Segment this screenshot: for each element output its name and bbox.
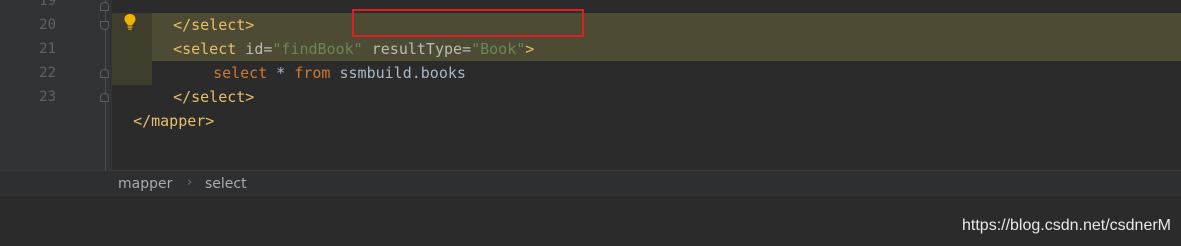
xml-tag: </mapper> (133, 112, 215, 130)
fold-marker-icon[interactable] (100, 69, 109, 78)
line-number: 19 (39, 0, 56, 9)
highlighted-gutter-22 (112, 61, 152, 85)
sql-star: * (267, 64, 295, 82)
breadcrumb-item-select[interactable]: select (205, 176, 247, 192)
line-number: 22 (39, 65, 56, 81)
watermark: https://blog.csdn.net/csdnerM (962, 217, 1171, 234)
lightbulb-icon[interactable] (122, 13, 138, 31)
breadcrumb-separator-icon: › (187, 175, 193, 190)
line-number: 20 (39, 17, 56, 33)
sql-table: ssmbuild.books (330, 64, 466, 82)
fold-marker-icon[interactable] (100, 93, 109, 102)
breadcrumb-item-mapper[interactable]: mapper (118, 176, 172, 192)
sql-keyword: from (294, 64, 331, 82)
fold-marker-icon[interactable] (100, 21, 109, 30)
code-line-23[interactable]: </mapper> (115, 85, 214, 133)
line-number: 23 (39, 89, 56, 105)
xml-attr-value: "Book" (471, 40, 526, 58)
fold-marker-icon[interactable] (100, 2, 109, 11)
xml-tag-close: > (525, 40, 535, 58)
breadcrumb: mapper › select (0, 170, 1181, 198)
highlighted-gutter-21 (112, 37, 152, 61)
annotation-highlight-box (352, 9, 584, 37)
line-number: 21 (39, 41, 56, 57)
